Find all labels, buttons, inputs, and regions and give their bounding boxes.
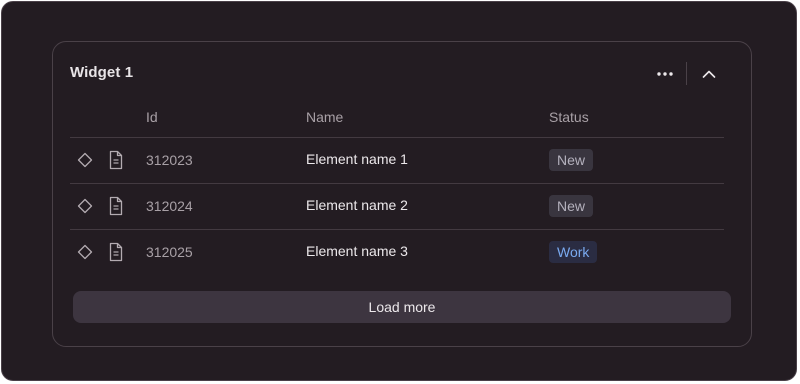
table-header: Id Name Status bbox=[70, 98, 724, 138]
diamond-icon[interactable] bbox=[77, 244, 93, 260]
widget-title: Widget 1 bbox=[70, 64, 134, 81]
app-background: Widget 1 Id Name Status 312023 Element n… bbox=[1, 1, 797, 381]
column-header-id: Id bbox=[146, 109, 158, 125]
document-icon bbox=[109, 150, 123, 170]
row-id: 312023 bbox=[146, 152, 193, 168]
widget-card: Widget 1 Id Name Status 312023 Element n… bbox=[52, 41, 752, 347]
more-options-button[interactable] bbox=[649, 58, 681, 90]
column-header-status: Status bbox=[549, 109, 589, 125]
row-name: Element name 2 bbox=[306, 197, 408, 213]
row-name: Element name 1 bbox=[306, 151, 408, 167]
diamond-icon[interactable] bbox=[77, 198, 93, 214]
row-id: 312025 bbox=[146, 244, 193, 260]
document-icon bbox=[109, 196, 123, 216]
row-id: 312024 bbox=[146, 198, 193, 214]
document-icon bbox=[109, 242, 123, 262]
table-row[interactable]: 312023 Element name 1 New bbox=[70, 138, 724, 184]
load-more-button[interactable]: Load more bbox=[73, 291, 731, 323]
collapse-button[interactable] bbox=[693, 58, 725, 90]
row-name: Element name 3 bbox=[306, 243, 408, 259]
table-row[interactable]: 312025 Element name 3 Work bbox=[70, 230, 724, 275]
column-header-name: Name bbox=[306, 109, 344, 125]
elements-table: Id Name Status 312023 Element name 1 New bbox=[70, 98, 724, 275]
status-badge: New bbox=[549, 195, 594, 217]
table-row[interactable]: 312024 Element name 2 New bbox=[70, 184, 724, 230]
status-badge: New bbox=[549, 149, 594, 171]
diamond-icon[interactable] bbox=[77, 152, 93, 168]
status-badge: Work bbox=[549, 241, 598, 263]
chevron-up-icon bbox=[702, 70, 716, 78]
header-divider bbox=[686, 62, 687, 85]
more-horizontal-icon bbox=[657, 72, 673, 76]
